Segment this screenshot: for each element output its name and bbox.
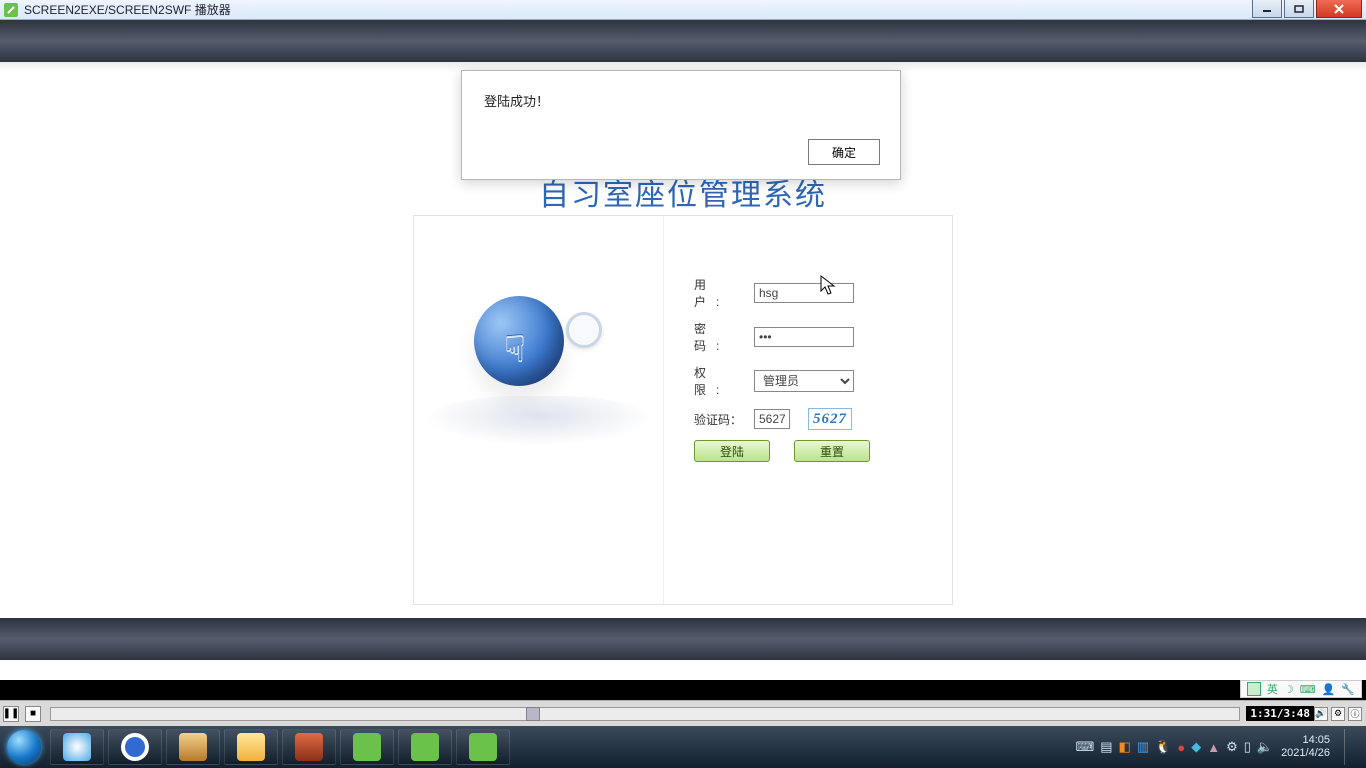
role-label: 权 限: <box>694 364 754 398</box>
player-info-icon[interactable]: ⓘ <box>1348 707 1362 721</box>
task-item[interactable] <box>108 729 162 765</box>
tray-list-icon[interactable]: ▥ <box>1137 739 1149 755</box>
tray-blue-icon[interactable]: ◆ <box>1191 739 1201 755</box>
close-button[interactable] <box>1316 0 1362 18</box>
captcha-image[interactable]: 5627 <box>808 408 852 430</box>
username-input[interactable] <box>754 283 854 303</box>
player-settings-icon[interactable]: ⚙ <box>1331 707 1345 721</box>
maximize-button[interactable] <box>1284 0 1314 18</box>
username-label: 用 户: <box>694 276 754 310</box>
windows-orb-icon <box>7 730 41 764</box>
password-label: 密 码: <box>694 320 754 354</box>
tray-shield-icon[interactable]: ▲ <box>1207 740 1220 755</box>
tray-flag-icon[interactable]: ▤ <box>1100 739 1112 755</box>
tray-settings-icon[interactable]: ⚙ <box>1226 739 1238 755</box>
ime-toolbar[interactable]: 英 ☽ ⌨ 👤 🔧 <box>1240 680 1362 698</box>
player-volume-icon[interactable]: 🔊 <box>1314 707 1328 721</box>
footer-stripe <box>0 618 1366 660</box>
alert-ok-button[interactable]: 确定 <box>808 139 880 165</box>
letterbox-band <box>0 680 1366 700</box>
tray-red-icon[interactable]: ● <box>1177 740 1185 755</box>
pause-button[interactable]: ❚❚ <box>3 706 19 722</box>
ime-moon-icon[interactable]: ☽ <box>1284 683 1294 696</box>
task-item[interactable] <box>50 729 104 765</box>
ime-user-icon[interactable]: 👤 <box>1322 683 1336 696</box>
app-icon <box>4 3 18 17</box>
ime-mode-label[interactable]: 英 <box>1267 681 1278 697</box>
tray-qq-icon[interactable]: 🐧 <box>1155 739 1171 755</box>
seek-thumb[interactable] <box>526 707 540 721</box>
clock-time: 14:05 <box>1281 734 1330 747</box>
app-viewport: 自习室座位管理系统 ☟ 用 户: 密 码: 权 限: 管理员 <box>0 20 1366 700</box>
captcha-label: 验证码： <box>694 411 754 428</box>
alert-message: 登陆成功！ <box>484 91 549 110</box>
ime-keyboard-icon[interactable]: ⌨ <box>1300 683 1316 696</box>
header-stripe <box>0 20 1366 62</box>
role-select[interactable]: 管理员 <box>754 370 854 392</box>
task-item[interactable] <box>340 729 394 765</box>
taskbar-clock[interactable]: 14:05 2021/4/26 <box>1281 734 1330 760</box>
player-bar: ❚❚ ■ 1:31/3:48 🔊 ⚙ ⓘ <box>0 700 1366 726</box>
ime-tool-icon[interactable]: 🔧 <box>1341 683 1355 696</box>
tray-volume-icon[interactable]: 🔈 <box>1257 739 1273 755</box>
hand-cursor-icon: ☟ <box>504 328 526 370</box>
start-button[interactable] <box>0 726 48 768</box>
magnifier-icon <box>566 312 602 348</box>
show-desktop-button[interactable] <box>1344 729 1356 765</box>
task-item[interactable] <box>166 729 220 765</box>
stop-button[interactable]: ■ <box>25 706 41 722</box>
captcha-input[interactable] <box>754 409 790 429</box>
password-input[interactable] <box>754 327 854 347</box>
task-item[interactable] <box>224 729 278 765</box>
reset-button[interactable]: 重置 <box>794 440 870 462</box>
task-item[interactable] <box>282 729 336 765</box>
system-tray: ⌨ ▤ ◧ ▥ 🐧 ● ◆ ▲ ⚙ ▯ 🔈 14:05 2021/4/26 <box>1075 729 1366 765</box>
tray-keyboard-icon[interactable]: ⌨ <box>1075 739 1094 755</box>
login-button[interactable]: 登陆 <box>694 440 770 462</box>
alert-dialog: 登陆成功！ 确定 <box>461 70 901 180</box>
login-panel: ☟ 用 户: 密 码: 权 限: 管理员 验证码： 5627 <box>413 215 953 605</box>
window-titlebar: SCREEN2EXE/SCREEN2SWF 播放器 <box>0 0 1366 20</box>
playback-time: 1:31/3:48 <box>1246 706 1314 721</box>
login-illustration: ☟ <box>414 216 664 604</box>
sogou-icon[interactable] <box>1247 682 1261 696</box>
tray-app-icon[interactable]: ◧ <box>1119 739 1131 755</box>
task-item[interactable] <box>456 729 510 765</box>
window-title: SCREEN2EXE/SCREEN2SWF 播放器 <box>24 1 231 18</box>
seek-track[interactable] <box>50 707 1240 721</box>
login-form: 用 户: 密 码: 权 限: 管理员 验证码： 5627 登陆 重置 <box>664 216 952 604</box>
taskbar: ⌨ ▤ ◧ ▥ 🐧 ● ◆ ▲ ⚙ ▯ 🔈 14:05 2021/4/26 <box>0 726 1366 768</box>
task-item[interactable] <box>398 729 452 765</box>
tray-network-icon[interactable]: ▯ <box>1244 739 1251 755</box>
minimize-button[interactable] <box>1252 0 1282 18</box>
clock-date: 2021/4/26 <box>1281 747 1330 760</box>
